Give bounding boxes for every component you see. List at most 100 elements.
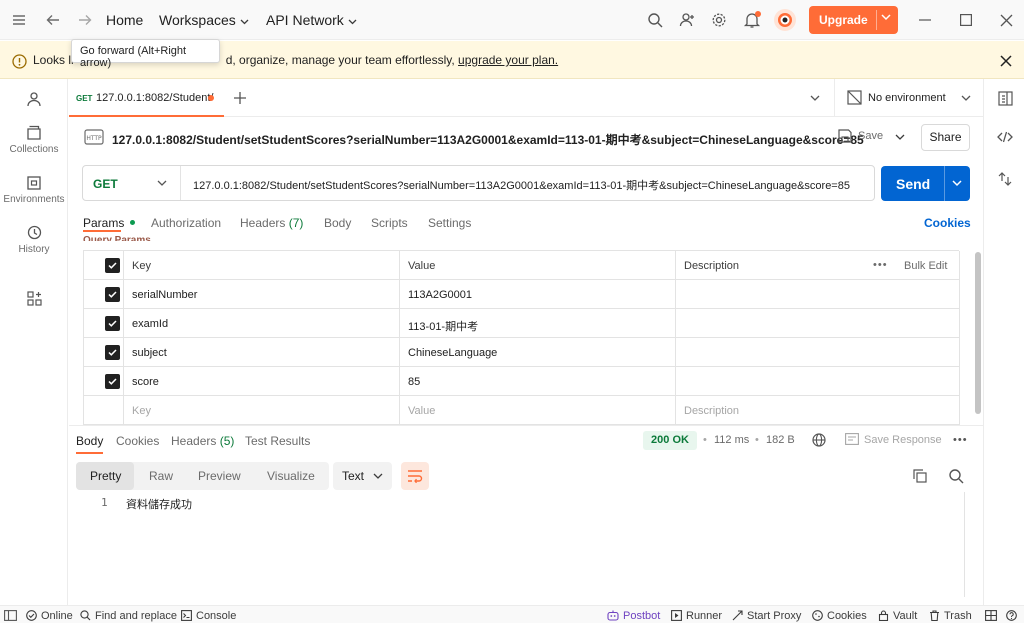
response-tab-cookies[interactable]: Cookies xyxy=(116,434,159,448)
param-key[interactable]: subject xyxy=(124,338,400,367)
format-visualize-button[interactable]: Visualize xyxy=(267,469,315,483)
help-icon[interactable] xyxy=(1006,610,1021,622)
pane-divider[interactable] xyxy=(69,425,983,426)
toggle-sidebar-icon[interactable] xyxy=(4,610,21,622)
tab-settings[interactable]: Settings xyxy=(428,216,471,230)
more-options-icon[interactable]: ••• xyxy=(953,434,968,446)
response-size[interactable]: 182 B xyxy=(766,434,795,446)
minimize-icon[interactable] xyxy=(917,12,933,28)
response-line[interactable]: 資料儲存成功 xyxy=(126,496,192,512)
tabs-overflow-chevron-icon[interactable] xyxy=(808,91,822,105)
tab-scripts[interactable]: Scripts xyxy=(371,216,408,230)
console-button[interactable]: Console xyxy=(181,610,236,622)
sidebar-item-environments[interactable]: Environments xyxy=(0,176,68,205)
save-button[interactable]: Save xyxy=(838,128,910,148)
related-collections-icon[interactable] xyxy=(996,170,1014,188)
settings-gear-icon[interactable] xyxy=(710,11,728,29)
start-proxy-button[interactable]: Start Proxy xyxy=(732,610,801,622)
wrap-lines-icon[interactable] xyxy=(401,462,429,490)
param-key[interactable]: score xyxy=(124,367,400,396)
row-checkbox[interactable] xyxy=(84,367,124,396)
sidebar-item-history[interactable]: History xyxy=(0,225,68,255)
new-value-input[interactable]: Value xyxy=(400,396,676,425)
layout-grid-icon[interactable] xyxy=(985,610,1001,622)
response-body[interactable] xyxy=(69,494,964,604)
tab-body[interactable]: Body xyxy=(324,216,351,230)
cookies-link[interactable]: Cookies xyxy=(924,216,971,230)
status-badge[interactable]: 200 OK xyxy=(643,431,697,450)
forward-tooltip: Go forward (Alt+Right arrow) xyxy=(71,39,220,69)
param-value[interactable]: 113A2G0001 xyxy=(400,280,676,309)
avatar[interactable] xyxy=(773,8,797,32)
tab-params[interactable]: Params xyxy=(83,216,135,230)
row-checkbox[interactable] xyxy=(84,309,124,338)
back-arrow-icon[interactable] xyxy=(44,12,62,28)
response-type-select[interactable]: Text xyxy=(333,462,392,490)
new-key-input[interactable]: Key xyxy=(124,396,400,425)
param-key[interactable]: serialNumber xyxy=(124,280,400,309)
upgrade-button[interactable]: Upgrade xyxy=(809,6,898,34)
format-preview-button[interactable]: Preview xyxy=(198,469,241,483)
cookies-button[interactable]: Cookies xyxy=(812,610,867,622)
bulk-edit-link[interactable]: Bulk Edit xyxy=(904,260,947,272)
online-status[interactable]: Online xyxy=(26,610,73,622)
globe-icon[interactable] xyxy=(811,432,827,448)
forward-arrow-icon[interactable] xyxy=(76,12,94,28)
method-select[interactable]: GET xyxy=(83,166,181,200)
param-description[interactable] xyxy=(676,338,960,367)
sidebar-item-collections[interactable]: Collections xyxy=(0,125,68,155)
copy-icon[interactable] xyxy=(912,468,928,484)
add-workbench-icon[interactable] xyxy=(25,289,43,307)
response-tab-body[interactable]: Body xyxy=(76,434,103,448)
code-icon[interactable] xyxy=(996,128,1014,146)
response-tab-headers[interactable]: Headers (5) xyxy=(171,434,234,448)
response-scrollbar[interactable] xyxy=(964,492,965,597)
param-value[interactable]: 113-01-期中考 xyxy=(400,309,676,338)
upgrade-plan-link[interactable]: upgrade your plan. xyxy=(458,53,558,67)
param-description[interactable] xyxy=(676,280,960,309)
runner-button[interactable]: Runner xyxy=(671,610,722,622)
format-raw-button[interactable]: Raw xyxy=(149,469,173,483)
environment-selector[interactable]: No environment xyxy=(834,79,983,117)
param-description[interactable] xyxy=(676,367,960,396)
tab-headers[interactable]: Headers (7) xyxy=(240,216,303,230)
docs-icon[interactable] xyxy=(996,89,1014,107)
home-link[interactable]: Home xyxy=(106,12,143,28)
user-profile-icon[interactable] xyxy=(24,89,44,109)
trash-button[interactable]: Trash xyxy=(929,610,972,622)
param-value[interactable]: 85 xyxy=(400,367,676,396)
new-description-input[interactable]: Description xyxy=(676,396,960,425)
find-and-replace[interactable]: Find and replace xyxy=(80,610,177,622)
menu-icon[interactable] xyxy=(10,12,28,28)
notifications-bell-icon[interactable] xyxy=(742,10,762,30)
response-time[interactable]: 112 ms xyxy=(714,434,749,446)
tab-authorization[interactable]: Authorization xyxy=(151,216,221,230)
request-scrollbar[interactable] xyxy=(975,252,981,414)
workspaces-menu[interactable]: Workspaces xyxy=(159,12,249,28)
invite-user-icon[interactable] xyxy=(678,11,696,29)
param-value[interactable]: ChineseLanguage xyxy=(400,338,676,367)
close-banner-icon[interactable] xyxy=(998,53,1014,69)
request-tab[interactable]: GET 127.0.0.1:8082/Student/ xyxy=(69,79,224,117)
response-tab-test-results[interactable]: Test Results xyxy=(245,434,310,448)
more-options-icon[interactable]: ••• xyxy=(873,259,888,271)
send-button[interactable]: Send xyxy=(881,166,970,201)
param-key[interactable]: examId xyxy=(124,309,400,338)
maximize-icon[interactable] xyxy=(958,12,974,28)
param-description[interactable] xyxy=(676,309,960,338)
select-all-checkbox[interactable] xyxy=(84,251,124,280)
format-pretty-button[interactable]: Pretty xyxy=(76,462,134,490)
row-checkbox[interactable] xyxy=(84,280,124,309)
new-tab-plus-icon[interactable] xyxy=(232,90,248,106)
api-network-menu[interactable]: API Network xyxy=(266,12,357,28)
vault-button[interactable]: Vault xyxy=(878,610,917,622)
request-title[interactable]: 127.0.0.1:8082/Student/setStudentScores?… xyxy=(112,131,864,148)
search-icon[interactable] xyxy=(646,11,664,29)
row-checkbox[interactable] xyxy=(84,338,124,367)
url-input[interactable]: 127.0.0.1:8082/Student/setStudentScores?… xyxy=(193,177,869,193)
share-button[interactable]: Share xyxy=(921,124,970,151)
close-window-icon[interactable] xyxy=(998,12,1014,28)
save-response-button[interactable]: Save Response xyxy=(864,434,942,446)
postbot-button[interactable]: Postbot xyxy=(607,610,660,622)
search-icon[interactable] xyxy=(947,467,965,485)
